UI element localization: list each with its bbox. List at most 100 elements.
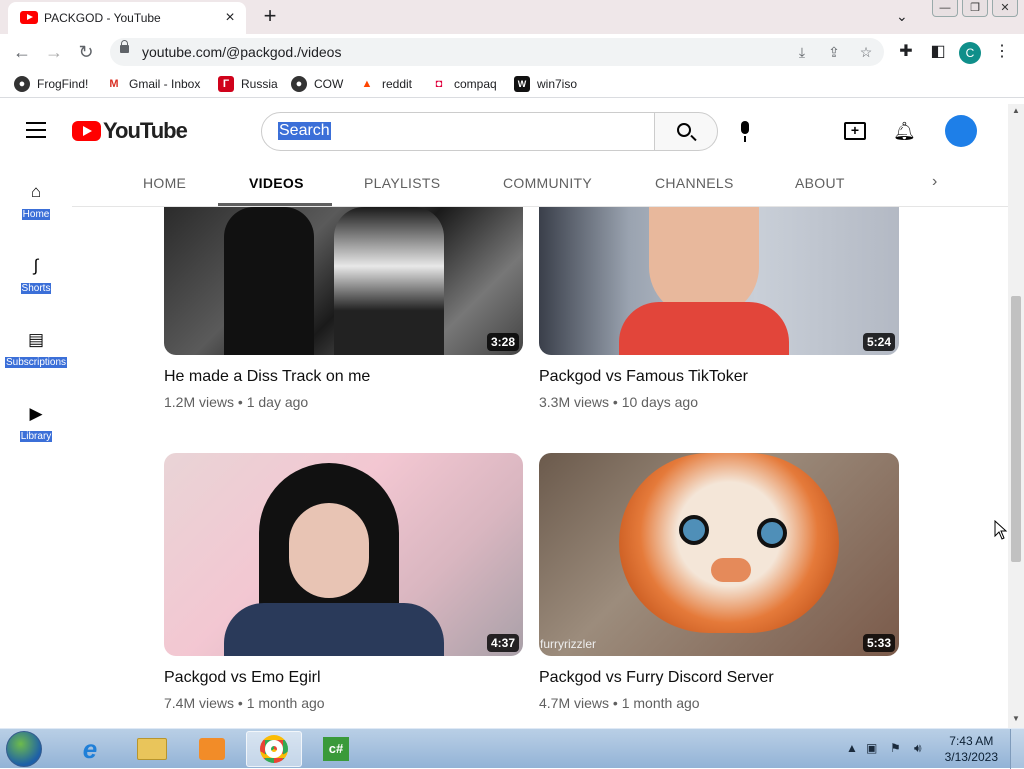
video-thumbnail[interactable]: furryrizzler 5:33 xyxy=(539,453,899,656)
thumbnail-mask xyxy=(619,453,839,633)
forward-arrow-icon[interactable]: → xyxy=(42,40,66,64)
tab-videos[interactable]: VIDEOS xyxy=(249,175,304,191)
thumbnail-eye xyxy=(757,518,787,548)
search-button[interactable] xyxy=(654,112,718,151)
video-duration: 3:28 xyxy=(486,333,519,351)
internet-explorer-icon[interactable]: e xyxy=(62,731,118,767)
back-arrow-icon[interactable]: ← xyxy=(10,40,34,64)
notifications-bell-icon[interactable]: 🔔︎ xyxy=(893,120,916,142)
share-icon[interactable]: ⇪ xyxy=(824,42,844,62)
minimize-button[interactable]: — xyxy=(932,0,958,17)
media-player-icon[interactable] xyxy=(184,731,240,767)
bookmark-label: COW xyxy=(314,77,344,91)
action-center-flag-icon[interactable]: ⚑ xyxy=(890,741,901,755)
show-desktop-button[interactable] xyxy=(1010,729,1024,769)
bookmark-label: win7iso xyxy=(537,77,578,91)
tab-community[interactable]: COMMUNITY xyxy=(503,175,592,191)
scroll-up-arrow-icon[interactable]: ▲ xyxy=(1010,106,1022,116)
channel-tabs: HOME VIDEOS PLAYLISTS COMMUNITY CHANNELS… xyxy=(72,160,1008,207)
video-views: 1.2M views xyxy=(164,394,235,410)
video-thumbnail[interactable]: 3:28 xyxy=(164,207,523,355)
video-title[interactable]: He made a Diss Track on me xyxy=(164,368,370,386)
url-text[interactable]: youtube.com/@packgod./videos xyxy=(142,44,341,60)
tab-channels[interactable]: CHANNELS xyxy=(655,175,734,191)
sidebar-label: Home xyxy=(0,209,72,220)
volume-icon[interactable]: 🔊︎ xyxy=(914,741,922,756)
bookmark-frogfind[interactable]: ● FrogFind! xyxy=(14,75,88,93)
video-thumbnail[interactable]: 4:37 xyxy=(164,453,523,656)
youtube-logo-icon[interactable] xyxy=(72,121,101,141)
bookmarks-bar: ● FrogFind! M Gmail - Inbox Г Russia ● C… xyxy=(0,70,1024,98)
search-icon xyxy=(677,123,691,137)
new-tab-button[interactable]: + xyxy=(258,4,282,28)
youtube-logo-text[interactable]: YouTube xyxy=(103,118,188,144)
extensions-puzzle-icon[interactable]: ✚ xyxy=(894,40,918,64)
tab-about[interactable]: ABOUT xyxy=(795,175,845,191)
bookmark-win7iso[interactable]: W win7iso xyxy=(514,75,577,93)
bookmark-star-icon[interactable]: ☆ xyxy=(856,42,876,62)
video-title[interactable]: Packgod vs Furry Discord Server xyxy=(539,669,774,687)
address-bar[interactable]: youtube.com/@packgod./videos ⤓ ⇪ ☆ xyxy=(110,38,884,66)
bookmark-russia[interactable]: Г Russia xyxy=(218,75,278,93)
chrome-menu-icon[interactable]: ⋮ xyxy=(990,40,1014,64)
close-tab-icon[interactable]: × xyxy=(220,8,240,28)
video-views: 7.4M views xyxy=(164,695,235,711)
sidebar-item-library[interactable]: ▶ Library xyxy=(0,404,72,468)
lock-icon xyxy=(120,40,129,53)
bookmark-reddit[interactable]: ▲ reddit xyxy=(359,75,412,93)
reload-icon[interactable]: ↻ xyxy=(74,40,98,64)
side-panel-icon[interactable]: ◧ xyxy=(926,40,950,64)
account-avatar[interactable] xyxy=(945,115,977,147)
chrome-icon[interactable] xyxy=(246,731,302,767)
compaq-icon: ◘ xyxy=(435,78,443,90)
video-age: 10 days ago xyxy=(621,394,699,410)
bookmark-label: Russia xyxy=(241,77,278,91)
video-thumbnail[interactable]: 5:24 xyxy=(539,207,899,355)
thumbnail-nose xyxy=(711,558,751,582)
subscriptions-icon: ▤ xyxy=(27,330,45,349)
file-explorer-icon[interactable] xyxy=(124,731,180,767)
tabs-scroll-right-chevron-icon[interactable]: › xyxy=(932,173,937,191)
bookmark-compaq[interactable]: ◘ compaq xyxy=(431,75,497,93)
video-views: 3.3M views xyxy=(539,394,610,410)
browser-toolbar: ← → ↻ youtube.com/@packgod./videos ⤓ ⇪ ☆… xyxy=(0,34,1024,70)
restore-button[interactable]: ❐ xyxy=(962,0,988,17)
tab-playlists[interactable]: PLAYLISTS xyxy=(364,175,440,191)
youtube-header: YouTube Search + 🔔︎ xyxy=(0,104,1008,160)
start-button-windows-icon[interactable] xyxy=(6,731,42,767)
tab-title: PACKGOD - YouTube xyxy=(44,11,161,25)
video-title[interactable]: Packgod vs Famous TikToker xyxy=(539,368,748,386)
shorts-icon: ∫ xyxy=(33,256,39,275)
scroll-down-arrow-icon[interactable]: ▼ xyxy=(1010,714,1022,724)
sidebar-label: Library xyxy=(0,431,72,442)
bookmark-cow[interactable]: ● COW xyxy=(291,75,343,93)
search-input-text[interactable]: Search xyxy=(278,122,331,140)
sidebar-label-text: Home xyxy=(21,209,51,220)
csharp-icon[interactable]: c# xyxy=(308,731,364,767)
tab-home[interactable]: HOME xyxy=(143,175,186,191)
create-video-icon[interactable]: + xyxy=(844,122,866,140)
menu-hamburger-icon[interactable] xyxy=(26,122,46,138)
sidebar-item-shorts[interactable]: ∫ Shorts xyxy=(0,256,72,320)
video-meta: 7.4M views • 1 month ago xyxy=(164,695,325,711)
bookmark-label: compaq xyxy=(454,77,497,91)
close-window-button[interactable]: ✕ xyxy=(992,0,1018,17)
network-icon[interactable]: ▣ xyxy=(866,741,877,755)
system-clock[interactable]: 7:43 AM 3/13/2023 xyxy=(945,733,998,765)
sidebar-item-subscriptions[interactable]: ▤ Subscriptions xyxy=(0,330,72,394)
sidebar-item-home[interactable]: ⌂ Home xyxy=(0,182,72,246)
sidebar-label: Subscriptions xyxy=(0,357,72,368)
show-hidden-icons-icon[interactable]: ▲ xyxy=(846,741,858,755)
tab-search-chevron-icon[interactable]: ⌄ xyxy=(896,8,914,26)
video-duration: 4:37 xyxy=(486,634,519,652)
profile-avatar[interactable]: C xyxy=(959,42,981,64)
video-title[interactable]: Packgod vs Emo Egirl xyxy=(164,669,321,687)
voice-search-mic-icon[interactable] xyxy=(739,121,751,143)
search-input[interactable]: Search xyxy=(261,112,655,151)
bookmark-gmail[interactable]: M Gmail - Inbox xyxy=(106,75,200,93)
scrollbar-thumb[interactable] xyxy=(1011,296,1021,562)
thumbnail-figure xyxy=(334,207,444,355)
thumbnail-eye xyxy=(679,515,709,545)
install-app-icon[interactable]: ⤓ xyxy=(792,42,812,62)
browser-tab[interactable]: PACKGOD - YouTube × xyxy=(8,2,246,34)
